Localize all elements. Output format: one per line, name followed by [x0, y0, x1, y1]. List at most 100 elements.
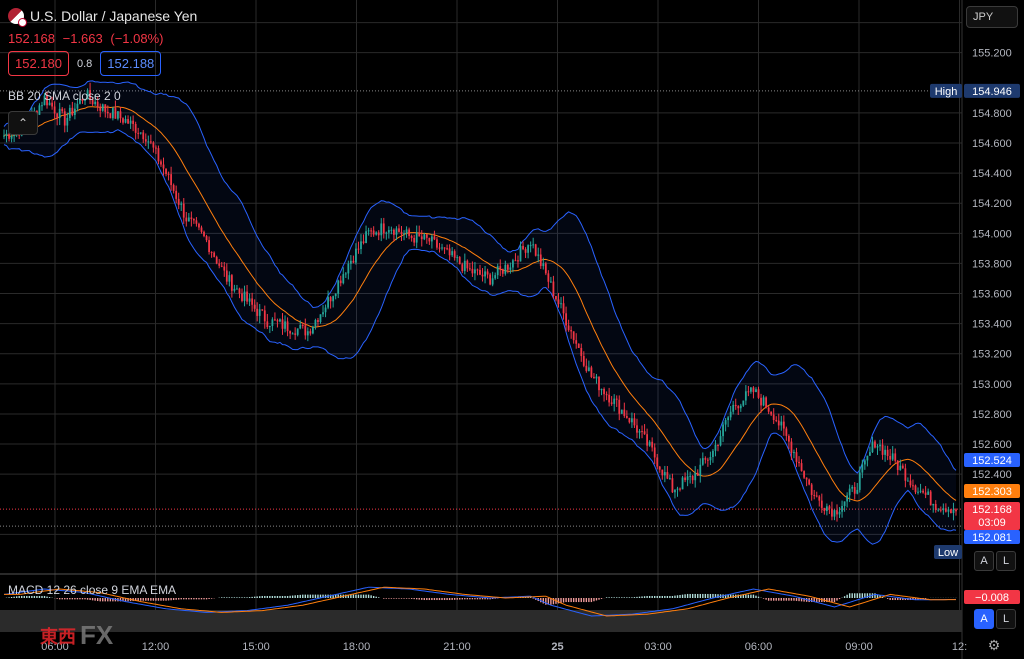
candle-body: [919, 490, 922, 492]
candle-body: [699, 464, 702, 476]
candle-body: [106, 111, 109, 114]
candle-body: [646, 434, 649, 446]
candle-body: [311, 326, 314, 334]
candle-body: [734, 404, 737, 407]
candle-body: [853, 486, 856, 494]
high-label: High: [935, 86, 958, 98]
candle-body: [785, 428, 788, 436]
candle-body: [162, 164, 165, 169]
candle-body: [177, 198, 180, 205]
spread-value: 0.8: [77, 57, 93, 70]
candle-body: [813, 494, 816, 496]
candle-body: [238, 288, 241, 294]
candle-body: [689, 475, 692, 477]
candle-body: [246, 291, 248, 302]
candle-body: [73, 108, 76, 116]
auto-scale-button[interactable]: A: [974, 551, 994, 571]
candle-body: [129, 120, 132, 124]
bb-indicator-label[interactable]: BB 20 SMA close 2 0: [8, 89, 121, 103]
last-price-tag: 152.168: [972, 504, 1012, 516]
candle-body: [618, 399, 621, 414]
y-tick-label: 153.200: [972, 349, 1012, 361]
candle-body: [165, 168, 167, 174]
y-tick-label: 152.600: [972, 439, 1012, 451]
log-scale-button[interactable]: L: [996, 551, 1016, 571]
x-tick-label: 12:: [952, 641, 967, 653]
candle-body: [737, 406, 740, 409]
candle-body: [628, 417, 631, 423]
candle-body: [286, 321, 289, 332]
collapse-indicators-button[interactable]: ⌃: [8, 111, 38, 135]
buy-button[interactable]: 152.188: [100, 51, 162, 76]
currency-button[interactable]: JPY: [966, 6, 1018, 28]
candle-body: [674, 489, 676, 493]
candle-body: [233, 288, 236, 291]
candle-body: [808, 479, 811, 485]
candle-body: [347, 263, 350, 274]
candle-body: [301, 324, 304, 326]
candle-body: [155, 147, 157, 149]
chevron-up-icon: ⌃: [17, 116, 29, 130]
candle-body: [489, 274, 492, 285]
candle-body: [461, 264, 464, 272]
candle-body: [198, 223, 200, 228]
candle-body: [385, 232, 388, 234]
candle-body: [58, 108, 61, 119]
candle-body: [810, 484, 813, 495]
candle-body: [436, 239, 438, 248]
candle-body: [170, 174, 173, 186]
candle-body: [712, 450, 714, 458]
candle-body: [304, 325, 307, 336]
candle-body: [355, 248, 357, 263]
x-tick-label: 03:00: [644, 641, 672, 653]
candle-body: [836, 510, 838, 515]
candle-body: [504, 264, 507, 274]
candle-body: [777, 420, 780, 426]
candle-body: [506, 264, 509, 270]
candle-body: [648, 441, 651, 446]
candle-body: [917, 491, 919, 493]
candle-body: [544, 263, 547, 274]
sell-button[interactable]: 152.180: [8, 51, 69, 76]
y-tick-label: 153.000: [972, 379, 1012, 391]
candle-body: [901, 465, 904, 469]
candle-body: [425, 234, 428, 238]
candle-body: [266, 321, 269, 328]
candle-body: [413, 237, 416, 243]
candle-body: [942, 508, 945, 511]
candle-body: [643, 431, 646, 435]
candle-body: [225, 270, 228, 282]
price-change-pct: (−1.08%): [110, 31, 164, 46]
macd-auto-scale-button[interactable]: A: [974, 609, 994, 629]
candle-body: [934, 504, 937, 510]
macd-log-scale-button[interactable]: L: [996, 609, 1016, 629]
candle-body: [666, 472, 669, 479]
macd-indicator-label[interactable]: MACD 12 26 close 9 EMA EMA: [8, 583, 176, 597]
candle-body: [575, 340, 578, 344]
candle-body: [327, 297, 329, 308]
candle-body: [580, 347, 583, 357]
price-chart[interactable]: 155.400155.200154.800154.600154.400154.2…: [0, 0, 1024, 659]
candle-body: [200, 227, 203, 232]
candle-body: [471, 268, 474, 274]
candle-body: [800, 463, 803, 472]
gear-icon[interactable]: ⚙: [986, 637, 1002, 653]
candle-body: [747, 391, 750, 393]
candle-body: [334, 293, 337, 297]
candle-body: [53, 106, 56, 114]
candle-body: [600, 388, 603, 391]
watermark-fx: FX: [80, 620, 114, 650]
candle-body: [955, 509, 957, 512]
candle-body: [717, 445, 719, 447]
watermark-kanji: 東西: [40, 626, 76, 647]
candle-body: [423, 234, 426, 240]
candle-body: [400, 231, 403, 235]
candle-body: [858, 472, 861, 490]
candle-body: [167, 173, 170, 175]
candle-body: [547, 273, 550, 282]
last-price: 152.168: [8, 31, 55, 46]
candle-body: [324, 307, 327, 313]
candle-body: [684, 477, 686, 481]
candle-body: [542, 263, 545, 267]
candle-body: [848, 488, 851, 496]
